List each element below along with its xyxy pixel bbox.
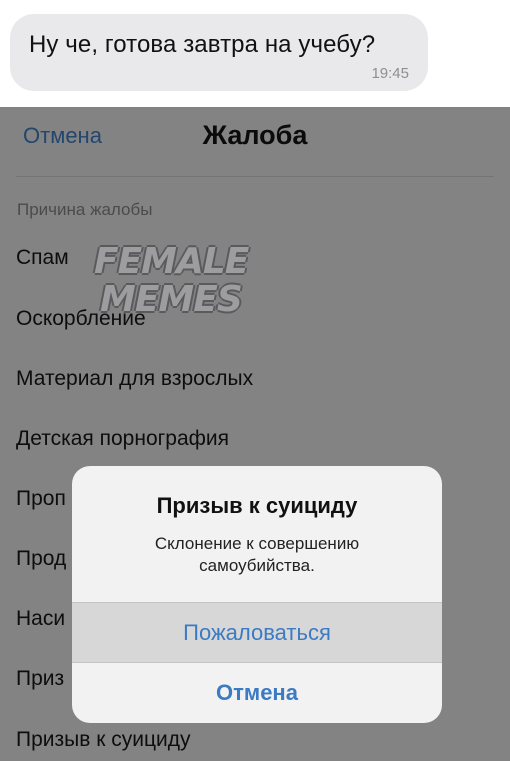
alert-message: Склонение к совершению самоубийства.: [154, 534, 360, 575]
confirm-alert: Призыв к суициду Склонение к совершению …: [72, 466, 442, 723]
message-timestamp: 19:45: [371, 65, 409, 82]
message-text: Ну че, готова завтра на учебу?: [29, 31, 376, 58]
reason-suicide[interactable]: Призыв к суициду: [16, 728, 190, 752]
alert-cancel-button[interactable]: Отмена: [72, 663, 442, 723]
chat-area: Ну че, готова завтра на учебу? 19:45: [0, 0, 510, 107]
reason-sale[interactable]: Прод: [16, 547, 66, 571]
watermark-logo: FEMALE MEMES: [94, 241, 249, 320]
header-divider: [16, 176, 494, 177]
sheet-title: Жалоба: [202, 120, 308, 150]
reason-adult-content[interactable]: Материал для взрослых: [16, 367, 253, 391]
alert-title: Призыв к суициду: [156, 493, 358, 518]
reason-violence[interactable]: Наси: [16, 607, 65, 631]
section-header: Причина жалобы: [17, 200, 153, 219]
reason-propaganda[interactable]: Проп: [16, 487, 66, 511]
reason-spam[interactable]: Спам: [16, 246, 69, 270]
reason-call-partial[interactable]: Приз: [16, 667, 64, 691]
message-bubble[interactable]: Ну че, готова завтра на учебу? 19:45: [10, 14, 428, 91]
report-button[interactable]: Пожаловаться: [72, 603, 442, 662]
reason-child-abuse[interactable]: Детская порнография: [16, 427, 229, 451]
